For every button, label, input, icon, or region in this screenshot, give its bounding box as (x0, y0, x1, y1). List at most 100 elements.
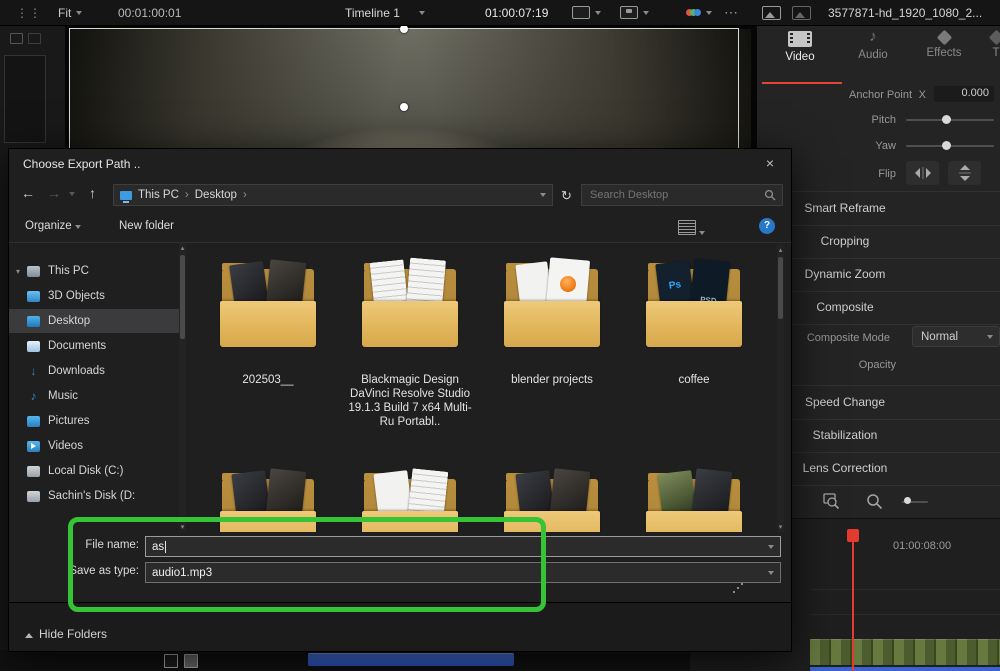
chevron-down-icon (987, 335, 993, 339)
chevron-down-icon[interactable] (768, 571, 774, 575)
breadcrumb-this-pc[interactable]: This PC (138, 189, 179, 201)
bin-list-icon[interactable] (28, 33, 41, 44)
resize-grip-icon[interactable] (733, 591, 735, 593)
more-options-icon[interactable]: ⋯ (724, 0, 738, 25)
sidebar-item-downloads[interactable]: ↓ Downloads (9, 359, 179, 383)
transform-top-handle[interactable] (400, 25, 408, 33)
tab-audio[interactable]: ♪ Audio (848, 28, 898, 61)
file-folder-blender-projects[interactable]: blender projects (483, 257, 621, 387)
track-divider (810, 589, 1000, 590)
sidebar-item-3d-objects[interactable]: 3D Objects (9, 284, 179, 308)
viewer-display-option[interactable] (572, 0, 601, 25)
videos-icon (27, 441, 40, 452)
search-box[interactable] (581, 184, 783, 206)
tab-effects[interactable]: Effects (916, 28, 972, 59)
yaw-slider-handle[interactable] (942, 141, 951, 150)
scroll-up-icon[interactable]: ▴ (179, 244, 186, 252)
flip-vertical-button[interactable] (948, 161, 981, 185)
new-folder-button[interactable]: New folder (119, 220, 174, 232)
chevron-down-icon[interactable] (768, 545, 774, 549)
sidebar-item-videos[interactable]: Videos (9, 434, 179, 458)
view-mode-button[interactable] (678, 220, 705, 238)
refresh-icon[interactable]: ↻ (561, 188, 572, 204)
window-icon[interactable] (164, 654, 178, 668)
viewer-overlay-option[interactable] (620, 0, 649, 25)
file-folder-202503[interactable]: 202503__ (199, 257, 337, 387)
flip-horizontal-button[interactable] (906, 161, 939, 185)
folder-icon (216, 257, 320, 349)
color-option[interactable] (686, 0, 712, 25)
up-icon[interactable]: ↑ (89, 185, 96, 201)
pitch-label: Pitch (800, 114, 896, 126)
sidebar-item-music[interactable]: ♪ Music (9, 384, 179, 408)
file-grid-scrollbar[interactable]: ▴ ▾ (777, 245, 784, 532)
zoom-icon[interactable] (866, 493, 883, 515)
tab-transition[interactable]: T (988, 28, 1000, 59)
source-clip-name: 3577871-hd_1920_1080_2... (828, 0, 998, 25)
composite-mode-select[interactable]: Normal (912, 326, 1000, 347)
scroll-down-icon[interactable]: ▾ (179, 523, 186, 531)
sidebar-item-documents[interactable]: Documents (9, 334, 179, 358)
app-root: ⋮⋮ Fit 00:01:00:01 Timeline 1 01:00:07:1… (0, 0, 1000, 671)
breadcrumb-separator: › (243, 189, 247, 201)
chevron-down-icon (643, 11, 649, 15)
address-dropdown-icon[interactable] (540, 193, 546, 197)
audio-clip-strip[interactable] (810, 667, 1000, 671)
file-name-input[interactable]: as (145, 536, 781, 557)
top-toolbar: ⋮⋮ Fit 00:01:00:01 Timeline 1 01:00:07:1… (0, 0, 1000, 26)
sidebar-item-pictures[interactable]: Pictures (9, 409, 179, 433)
file-folder-coffee[interactable]: Ps PSD coffee (625, 257, 763, 387)
anchor-axis-label: X (916, 89, 926, 101)
sidebar-item-desktop[interactable]: Desktop (9, 309, 179, 333)
close-icon[interactable]: × (757, 153, 783, 173)
file-folder-partial[interactable] (199, 467, 337, 532)
zoom-fit-icon[interactable] (823, 493, 840, 515)
transform-bounding-box[interactable] (69, 28, 739, 148)
folder-icon (642, 467, 746, 532)
address-bar[interactable]: This PC › Desktop › (113, 184, 553, 206)
organize-button[interactable]: Organize (25, 220, 81, 232)
help-icon[interactable]: ? (759, 218, 775, 234)
search-input[interactable] (588, 188, 752, 202)
hide-folders-button[interactable]: Hide Folders (25, 627, 107, 641)
folder-icon: Ps PSD (642, 257, 746, 349)
download-icon: ↓ (27, 366, 40, 377)
app-menu-icon[interactable]: ⋮⋮ (16, 0, 42, 25)
timeline-audio-clip[interactable] (308, 653, 514, 666)
stills-icon[interactable] (792, 0, 811, 25)
scroll-up-icon[interactable]: ▴ (777, 246, 784, 254)
timeline-select[interactable]: Timeline 1 (345, 0, 425, 25)
file-folder-partial[interactable] (625, 467, 763, 532)
anchor-x-value[interactable]: 0.000 (934, 86, 994, 102)
zoom-slider-handle[interactable] (904, 497, 911, 504)
pitch-slider-handle[interactable] (942, 115, 951, 124)
history-chevron-icon[interactable] (69, 192, 75, 196)
timeline-timecode: 01:00:08:00 (893, 540, 951, 552)
playhead-line[interactable] (852, 529, 854, 671)
media-pool-icon[interactable] (10, 33, 23, 44)
sidebar-item-this-pc[interactable]: ▾ This PC (9, 259, 179, 283)
chevron-down-icon (419, 11, 425, 15)
window-filled-icon[interactable] (184, 654, 198, 668)
file-folder-partial[interactable] (483, 467, 621, 532)
overlay-icon (620, 6, 638, 19)
save-as-type-select[interactable]: audio1.mp3 (145, 562, 781, 583)
gallery-icon[interactable] (762, 0, 781, 25)
sidebar-item-local-disk-c[interactable]: Local Disk (C:) (9, 459, 179, 483)
zoom-fit-select[interactable]: Fit (58, 0, 82, 25)
sidebar-scrollbar[interactable]: ▴ ▾ (179, 243, 186, 532)
breadcrumb-desktop[interactable]: Desktop (195, 189, 237, 201)
desktop-icon (27, 316, 40, 327)
disk-icon (27, 466, 40, 477)
tab-video[interactable]: Video (775, 31, 825, 63)
file-folder-partial[interactable] (341, 467, 479, 532)
viewer-preview (65, 25, 757, 148)
folder-icon (358, 257, 462, 349)
forward-icon[interactable]: → (47, 185, 61, 201)
scroll-down-icon[interactable]: ▾ (777, 523, 784, 531)
transform-center-handle[interactable] (400, 103, 408, 111)
back-icon[interactable]: ← (21, 185, 35, 201)
file-folder-blackmagic[interactable]: Blackmagic Design DaVinci Resolve Studio… (341, 257, 479, 429)
sidebar-item-disk-d[interactable]: Sachin's Disk (D: (9, 484, 179, 508)
video-clip-thumbnails[interactable] (810, 639, 1000, 665)
